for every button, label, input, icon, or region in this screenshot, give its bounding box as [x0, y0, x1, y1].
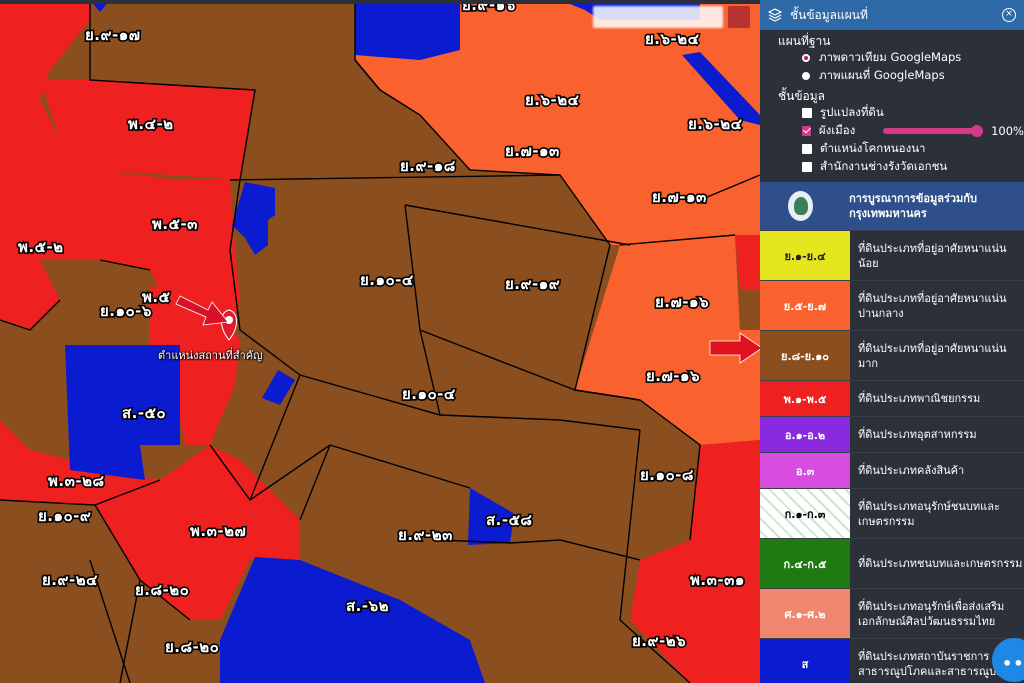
- legend-row: ก.๑-ก.๓ ที่ดินประเภทอนุรักษ์ชนบทและเกษตรก…: [760, 488, 1024, 538]
- map-top-bar: [0, 0, 760, 4]
- radio-selected[interactable]: [802, 54, 810, 62]
- zone-label: ย.๘-๒๐: [135, 581, 189, 599]
- legend-swatch: อ.๓: [760, 453, 850, 488]
- map-search-box[interactable]: [593, 6, 723, 28]
- bma-seal-logo: [788, 191, 814, 221]
- checkbox[interactable]: [802, 144, 812, 154]
- zone-label: พ.๓-๒๗: [190, 522, 246, 540]
- zone-label: พ.๕-๒: [18, 238, 64, 256]
- zone-label: พ.๓-๒๘: [48, 472, 105, 490]
- layer-label: สำนักงานช่างรังวัดเอกชน: [820, 159, 948, 173]
- opacity-value: 100%: [991, 124, 1024, 138]
- panel-title: ชั้นข้อมูลแผนที่: [790, 7, 868, 22]
- close-icon[interactable]: ×: [1002, 8, 1016, 22]
- zone-label: ย.๗-๑๖: [646, 367, 700, 385]
- legend-description: ที่ดินประเภทที่อยู่อาศัยหนาแน่นน้อย: [850, 231, 1024, 280]
- zone-label: ส.-๖๒: [346, 597, 389, 615]
- layer-label: ผังเมือง: [818, 123, 856, 137]
- panel-header: ชั้นข้อมูลแผนที่ ×: [760, 0, 1024, 30]
- map-layers-panel: ชั้นข้อมูลแผนที่ × แผนที่ฐาน ภาพดาวเทียม…: [760, 0, 1024, 683]
- zone-label: ย.๖-๒๔: [688, 115, 743, 133]
- legend-swatch: อ.๑-อ.๒: [760, 417, 850, 452]
- legend-swatch: ก.๑-ก.๓: [760, 489, 850, 538]
- legend-row: อ.๓ ที่ดินประเภทคลังสินค้า: [760, 452, 1024, 488]
- zone-label: ย.๗-๑๖: [655, 293, 709, 311]
- zone-blue-top[interactable]: [355, 0, 460, 60]
- zone-brown-y9-17[interactable]: [90, 0, 380, 90]
- zone-label: ย.๖-๒๔: [525, 91, 580, 109]
- zone-label: ส.-๕๘: [486, 511, 533, 529]
- basemap-heading: แผนที่ฐาน: [778, 34, 831, 48]
- map-control-button[interactable]: [728, 6, 750, 28]
- zone-label: ย.๙-๑๘: [400, 157, 456, 175]
- legend-row: ย.๘-ย.๑๐ ที่ดินประเภทที่อยู่อาศัยหนาแน่นม…: [760, 330, 1024, 380]
- layer-label: รูปแปลงที่ดิน: [820, 105, 884, 119]
- legend-description: ที่ดินประเภทอนุรักษ์เพื่อส่งเสริมเอกลักษ…: [850, 589, 1024, 638]
- legend-swatch: พ.๑-พ.๕: [760, 381, 850, 416]
- legend-swatch: ย.๘-ย.๑๐: [760, 331, 850, 380]
- layer-city-plan[interactable]: ผังเมือง 100%: [760, 122, 1024, 140]
- layers-heading: ชั้นข้อมูล: [778, 89, 826, 103]
- slider-knob[interactable]: [971, 125, 984, 137]
- legend-swatch: ก.๔-ก.๕: [760, 539, 850, 588]
- zoning-legend: ย.๑-ย.๔ ที่ดินประเภทที่อยู่อาศัยหนาแน่นน้…: [760, 230, 1024, 683]
- basemap-label: ภาพดาวเทียม GoogleMaps: [819, 50, 962, 64]
- legend-swatch: ย.๑-ย.๔: [760, 231, 850, 280]
- legend-row: สที่ดินประเภทสถาบันราชการ สาธารณูปโภคและ…: [760, 638, 1024, 683]
- more-icon: •••: [1002, 654, 1024, 673]
- legend-row: อ.๑-อ.๒ ที่ดินประเภทอุตสาหกรรม: [760, 416, 1024, 452]
- zone-label: ย.๗-๑๓: [505, 142, 560, 160]
- zone-label: ย.๑๐-๔: [360, 271, 414, 289]
- legend-description: ที่ดินประเภทที่อยู่อาศัยหนาแน่นมาก: [850, 331, 1024, 380]
- legend-swatch: ศ.๑-ศ.๒: [760, 589, 850, 638]
- legend-swatch: ย.๕-ย.๗: [760, 281, 850, 330]
- basemap-option-map[interactable]: ภาพแผนที่ GoogleMaps: [760, 67, 1024, 85]
- legend-description: ที่ดินประเภทอุตสาหกรรม: [850, 417, 1024, 452]
- opacity-slider[interactable]: [883, 125, 984, 137]
- basemap-option-satellite[interactable]: ภาพดาวเทียม GoogleMaps: [760, 49, 1024, 67]
- legend-swatch: ส: [760, 639, 850, 683]
- legend-row: ก.๔-ก.๕ ที่ดินประเภทชนบทและเกษตรกรรม: [760, 538, 1024, 588]
- legend-description: ที่ดินประเภทพาณิชยกรรม: [850, 381, 1024, 416]
- legend-description: ที่ดินประเภทอนุรักษ์ชนบทและเกษตรกรรม: [850, 489, 1024, 538]
- legend-row: ศ.๑-ศ.๒ ที่ดินประเภทอนุรักษ์เพื่อส่งเสริม…: [760, 588, 1024, 638]
- zone-label: ย.๙-๑๙: [505, 275, 560, 293]
- zone-label: พ.๔-๒: [128, 115, 174, 133]
- zone-label: พ.๓-๓๑: [690, 571, 745, 589]
- zone-label: ย.๑๐-๔: [402, 385, 456, 403]
- checkbox-checked[interactable]: [802, 126, 811, 136]
- zone-label: ย.๙-๑๗: [85, 26, 141, 44]
- layer-label: ตำแหน่งโคกหนองนา: [820, 141, 926, 155]
- zone-label: ย.๙-๒๖: [632, 632, 686, 650]
- zone-label: ย.๑๐-๖: [100, 302, 152, 320]
- zone-label: ย.๙-๒๓: [398, 526, 453, 544]
- layer-khok-nong-na[interactable]: ตำแหน่งโคกหนองนา: [760, 140, 1024, 158]
- zone-label: ย.๑๐-๙: [38, 507, 91, 525]
- bma-banner: การบูรณาการข้อมูลร่วมกับ กรุงเทพมหานคร: [760, 182, 1024, 230]
- legend-description: ที่ดินประเภทที่อยู่อาศัยหนาแน่นปานกลาง: [850, 281, 1024, 330]
- checkbox[interactable]: [802, 162, 812, 172]
- zone-label: ย.๙-๒๔: [42, 571, 98, 589]
- radio-unselected[interactable]: [802, 72, 810, 80]
- layer-survey-offices[interactable]: สำนักงานช่างรังวัดเอกชน: [760, 158, 1024, 176]
- zone-label: ส.-๕๐: [122, 404, 166, 422]
- basemap-label: ภาพแผนที่ GoogleMaps: [819, 68, 945, 82]
- layers-icon: [768, 8, 782, 22]
- zone-label: ย.๖-๒๔: [645, 30, 700, 48]
- legend-row: ย.๑-ย.๔ ที่ดินประเภทที่อยู่อาศัยหนาแน่นน้…: [760, 230, 1024, 280]
- checkbox[interactable]: [802, 108, 812, 118]
- zone-label: ย.๑๐-๘: [640, 466, 694, 484]
- legend-row: พ.๑-พ.๕ ที่ดินประเภทพาณิชยกรรม: [760, 380, 1024, 416]
- legend-description: ที่ดินประเภทคลังสินค้า: [850, 453, 1024, 488]
- poi-label: ตำแหน่งสถานที่สำคัญ: [158, 349, 263, 362]
- zone-label: ย.๘-๒๐: [165, 638, 219, 656]
- bma-banner-text: การบูรณาการข้อมูลร่วมกับ กรุงเทพมหานคร: [849, 192, 977, 220]
- legend-row: ย.๕-ย.๗ ที่ดินประเภทที่อยู่อาศัยหนาแน่นปา…: [760, 280, 1024, 330]
- zone-label: ย.๗-๑๓: [652, 188, 707, 206]
- layer-land-parcel[interactable]: รูปแปลงที่ดิน: [760, 104, 1024, 122]
- legend-description: ที่ดินประเภทชนบทและเกษตรกรรม: [850, 539, 1024, 588]
- zone-label: พ.๕-๓: [152, 215, 198, 233]
